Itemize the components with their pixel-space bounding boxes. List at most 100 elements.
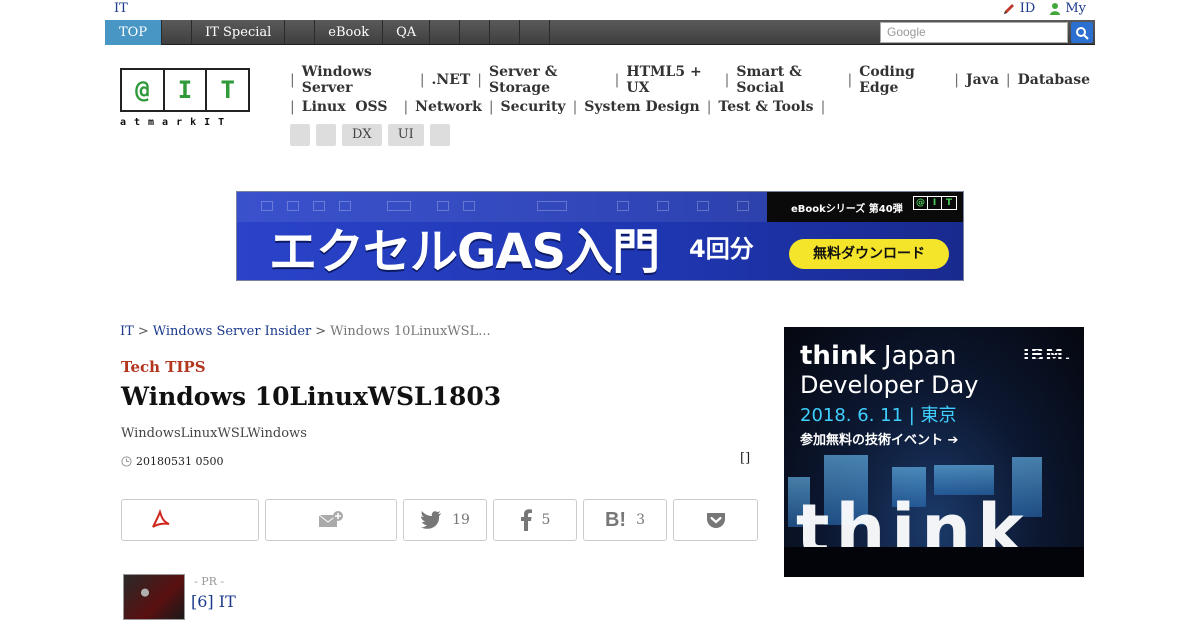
pill-ui[interactable]: UI bbox=[387, 124, 424, 146]
search-button[interactable] bbox=[1071, 22, 1093, 43]
user-icon bbox=[1050, 2, 1061, 15]
twitter-count: 19 bbox=[452, 512, 470, 528]
mini-logo-box: I bbox=[928, 197, 942, 209]
tab-blank-3[interactable] bbox=[430, 20, 461, 45]
logo-box: I bbox=[165, 70, 208, 110]
breadcrumb-section[interactable]: Windows Server Insider bbox=[153, 324, 312, 339]
mail-add-icon bbox=[318, 511, 343, 527]
hatena-count: 3 bbox=[636, 512, 646, 528]
banner-mini-logo: @ I T bbox=[913, 196, 957, 210]
category-smart-social[interactable]: Smart & Social bbox=[736, 64, 840, 96]
pill-item[interactable] bbox=[290, 124, 310, 146]
pocket-button[interactable] bbox=[673, 499, 758, 541]
category-server-storage[interactable]: Server & Storage bbox=[489, 64, 608, 96]
category-system-design[interactable]: System Design bbox=[584, 99, 699, 115]
tab-blank-6[interactable] bbox=[520, 20, 551, 45]
category-nav: | Windows Server | .NET | Server & Storage … bbox=[290, 63, 1091, 120]
category-database[interactable]: Database bbox=[1018, 72, 1090, 88]
pill-item[interactable] bbox=[316, 124, 336, 146]
category-windows-server[interactable]: Windows Server bbox=[302, 64, 413, 96]
facebook-icon bbox=[520, 509, 532, 531]
site-logo[interactable]: @ I T atmarkIT bbox=[120, 68, 250, 128]
category-coding-edge[interactable]: Coding Edge bbox=[859, 64, 947, 96]
category-security[interactable]: Security bbox=[501, 99, 566, 115]
category-linux-oss[interactable]: Linux OSS bbox=[302, 99, 388, 115]
article-kicker[interactable]: Tech TIPS bbox=[121, 358, 206, 376]
banner-ad[interactable]: エクセルGAS入門 4回分 eBookシリーズ 第40弾 @ I T 無料ダウン… bbox=[236, 191, 964, 281]
breadcrumb: IT > Windows Server Insider > Windows 10Linu… bbox=[120, 324, 491, 339]
ad-cta: 参加無料の技術イベント ➔ bbox=[800, 433, 959, 448]
side-ad[interactable]: think Japan Developer Day 2018. 6. 11 | … bbox=[784, 327, 1084, 577]
twitter-button[interactable]: 19 bbox=[403, 499, 487, 541]
pdf-icon bbox=[152, 509, 170, 528]
page-title: Windows 10LinuxWSL1803 bbox=[121, 382, 502, 411]
ad-line-1-rest: Japan bbox=[875, 341, 957, 371]
ad-date: 2018. 6. 11 | 東京 bbox=[800, 405, 957, 426]
tab-top[interactable]: TOP bbox=[105, 20, 163, 45]
article-date: 20180531 0500 bbox=[121, 455, 223, 468]
article-lead: WindowsLinuxWSLWindows bbox=[121, 426, 307, 441]
logo-box: T bbox=[220, 76, 235, 104]
ad-line-2: Developer Day bbox=[800, 371, 979, 399]
pill-item[interactable] bbox=[429, 124, 450, 146]
mini-logo-box: T bbox=[945, 198, 953, 208]
utility-bar: IT ID My bbox=[0, 0, 1200, 20]
facebook-count: 5 bbox=[541, 512, 551, 528]
category-test-tools[interactable]: Test & Tools bbox=[718, 99, 813, 115]
id-link-label: ID bbox=[1019, 1, 1036, 16]
category-html5-ux[interactable]: HTML5 + UX bbox=[626, 64, 717, 96]
utility-links: ID My bbox=[1002, 1, 1086, 16]
my-link[interactable]: My bbox=[1049, 1, 1086, 16]
pen-icon bbox=[1003, 3, 1014, 14]
category-dotnet[interactable]: .NET bbox=[432, 72, 471, 88]
hatena-bookmark-button[interactable]: B! 3 bbox=[583, 499, 667, 541]
tab-blank-1[interactable] bbox=[162, 20, 193, 45]
share-bar: 19 5 B! 3 bbox=[121, 499, 758, 541]
tab-qa[interactable]: QA bbox=[383, 20, 431, 45]
tab-ebook[interactable]: eBook bbox=[315, 20, 384, 45]
breadcrumb-home[interactable]: IT bbox=[120, 324, 134, 339]
pr-label: - PR - bbox=[194, 575, 225, 588]
article-bracket[interactable]: [] bbox=[740, 451, 750, 466]
search-icon bbox=[1076, 26, 1089, 40]
ad-line-1: think Japan bbox=[800, 341, 956, 371]
category-row-2: | Linux OSS | Network | Security | System De… bbox=[290, 98, 826, 115]
logo-boxes: @ I T bbox=[120, 68, 250, 112]
my-link-label: My bbox=[1065, 1, 1086, 16]
twitter-icon bbox=[420, 511, 442, 529]
search-input[interactable]: Google bbox=[880, 22, 1068, 43]
mini-logo-box: @ bbox=[914, 197, 928, 209]
banner-series: eBookシリーズ 第40弾 bbox=[791, 204, 903, 215]
pr-thumbnail[interactable] bbox=[123, 574, 185, 620]
logo-subtitle: atmarkIT bbox=[120, 117, 233, 128]
sub-category-pills: DX UI bbox=[290, 124, 450, 146]
pr-link[interactable]: [6] IT bbox=[191, 592, 236, 611]
banner-headline: エクセルGAS入門 bbox=[269, 224, 660, 280]
pocket-icon bbox=[706, 513, 725, 528]
id-link[interactable]: ID bbox=[1002, 1, 1036, 16]
banner-series-badge: eBookシリーズ 第40弾 @ I T bbox=[767, 192, 963, 222]
banner-sub: 4回分 bbox=[689, 235, 754, 263]
ad-line-1-bold: think bbox=[800, 341, 876, 371]
pdf-button[interactable] bbox=[121, 499, 259, 541]
facebook-button[interactable]: 5 bbox=[493, 499, 577, 541]
category-row-1: | Windows Server | .NET | Server & Storage … bbox=[290, 63, 1091, 96]
pill-dx[interactable]: DX bbox=[342, 124, 382, 146]
tab-blank-2[interactable] bbox=[285, 20, 316, 45]
home-link[interactable]: IT bbox=[114, 1, 128, 16]
breadcrumb-current: Windows 10LinuxWSL... bbox=[330, 324, 491, 339]
logo-box: @ bbox=[122, 70, 165, 110]
tab-it-special[interactable]: IT Special bbox=[192, 20, 286, 45]
banner-download-button[interactable]: 無料ダウンロード bbox=[789, 239, 949, 269]
clock-icon bbox=[121, 456, 132, 467]
article-date-text: 20180531 0500 bbox=[136, 455, 224, 468]
mail-button[interactable] bbox=[265, 499, 397, 541]
category-java[interactable]: Java bbox=[966, 72, 999, 88]
ad-floor bbox=[784, 547, 1084, 577]
global-nav: TOP IT Special eBook QA Google bbox=[105, 20, 1095, 45]
tab-blank-5[interactable] bbox=[490, 20, 521, 45]
ibm-logo: IBM. bbox=[1022, 345, 1072, 366]
hatena-bookmark-icon: B! bbox=[604, 508, 627, 531]
category-network[interactable]: Network bbox=[415, 99, 482, 115]
tab-blank-4[interactable] bbox=[460, 20, 491, 45]
